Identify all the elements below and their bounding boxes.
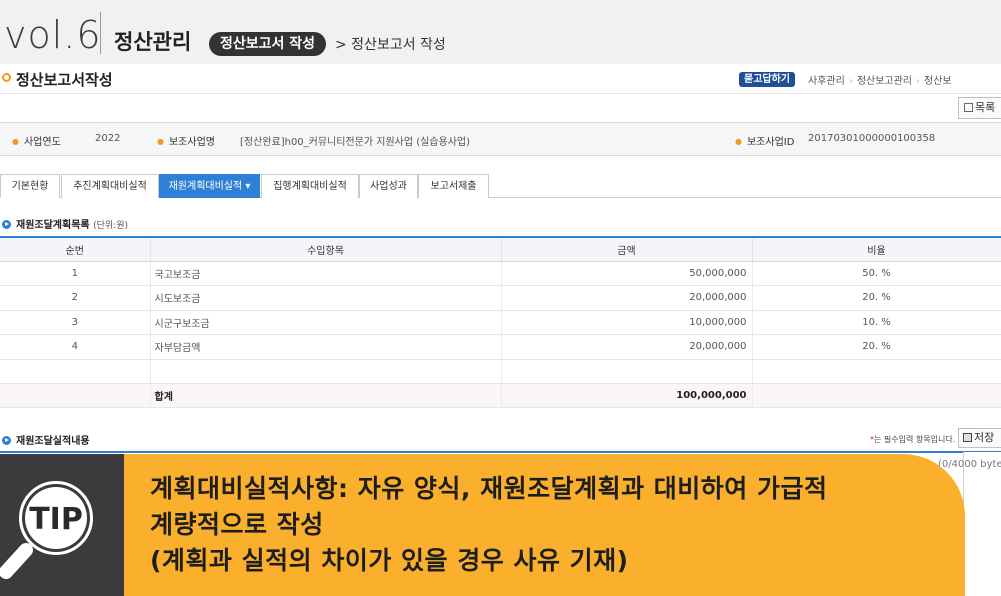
save-button[interactable]: 저장 — [958, 428, 1001, 448]
empty-cell — [501, 359, 753, 384]
total-ratio — [752, 383, 1001, 408]
breadcrumb-separator: › — [916, 76, 921, 87]
breadcrumb: 사후관리 › 정산보고관리 › 정산보 — [808, 72, 952, 87]
tip-magnifier-icon: TIP — [0, 479, 95, 579]
year-field: ● 사업연도 — [12, 133, 61, 148]
project-id-value: 20170301000000100358 — [808, 133, 936, 144]
total-blank — [0, 383, 151, 408]
section-arrow-icon — [2, 220, 11, 229]
section-arrow-icon — [2, 436, 11, 445]
column-header: 순번 — [0, 236, 151, 262]
row-amount: 20,000,000 — [501, 285, 753, 311]
tab-basic-status[interactable]: 기본현황 — [0, 174, 60, 198]
banner-pill: 정산보고서 작성 — [209, 32, 327, 56]
page-title: 정산보고서작성 — [16, 71, 113, 89]
project-id-field: ● 보조사업ID — [735, 133, 794, 148]
list-button[interactable]: 목록 — [958, 97, 1001, 119]
section-divider — [0, 451, 1001, 453]
tip-text: 계획대비실적사항: 자유 양식, 재원조달계획과 대비하여 가급적 계량적으로 … — [150, 471, 940, 579]
required-note-text: 는 필수입력 항목입니다. — [874, 435, 956, 444]
project-info: ● 사업연도 2022 ● 보조사업명 [정산완료]h00_커뮤니티전문가 지원사업… — [0, 122, 1001, 156]
toolbar: 목록 — [0, 95, 1001, 121]
volume-label: vol.6 — [4, 13, 102, 57]
empty-cell — [0, 359, 151, 384]
tip-line: (계획과 실적의 차이가 있을 경우 사유 기재) — [150, 546, 629, 575]
row-amount: 20,000,000 — [501, 334, 753, 360]
column-header: 금액 — [501, 236, 753, 262]
row-number: 3 — [0, 310, 151, 335]
qa-button[interactable]: 묻고답하기 — [739, 72, 795, 87]
required-note: *는 필수입력 항목입니다. — [870, 434, 955, 445]
bullet-icon: ● — [735, 137, 742, 146]
unit-label: (단위:원) — [93, 221, 128, 231]
save-icon — [963, 433, 972, 442]
banner-title: 정산관리 — [114, 30, 192, 54]
page-header: 정산보고서작성 묻고답하기 사후관리 › 정산보고관리 › 정산보 — [0, 64, 1001, 94]
table-row: 1 국고보조금 50,000,000 50. % — [0, 261, 1001, 286]
table-header-row: 순번 수입항목 금액 비율 — [0, 236, 1001, 262]
funding-plan-section-title: 재원조달계획목록 (단위:원) — [2, 216, 128, 231]
project-id-label: 보조사업ID — [746, 137, 795, 148]
tip-badge-panel: TIP — [0, 454, 124, 596]
breadcrumb-item[interactable]: 정산보 — [924, 76, 952, 87]
column-header: 수입항목 — [150, 236, 502, 262]
section-title: 재원조달실적내용 — [16, 436, 90, 447]
title-bullet-icon — [2, 73, 11, 82]
year-value: 2022 — [95, 133, 121, 144]
funding-result-section-title: 재원조달실적내용 — [2, 432, 90, 447]
table-row: 3 시군구보조금 10,000,000 10. % — [0, 310, 1001, 335]
result-textarea[interactable] — [963, 452, 1001, 596]
row-number: 1 — [0, 261, 151, 286]
tutorial-banner: vol.6 정산관리 정산보고서 작성 > 정산보고서 작성 — [0, 0, 1001, 64]
project-field: ● 보조사업명 — [157, 133, 215, 148]
row-number: 4 — [0, 334, 151, 360]
save-button-label: 저장 — [974, 431, 995, 444]
row-amount: 10,000,000 — [501, 310, 753, 335]
row-item: 시군구보조금 — [150, 310, 502, 335]
row-ratio: 50. % — [752, 261, 1001, 286]
row-item: 국고보조금 — [150, 261, 502, 286]
bullet-icon: ● — [12, 137, 19, 146]
banner-divider — [100, 12, 101, 54]
tip-badge-text: TIP — [29, 502, 83, 537]
total-label: 합계 — [150, 383, 502, 408]
project-value: [정산완료]h00_커뮤니티전문가 지원사업 (실습용사업) — [240, 137, 471, 148]
empty-cell — [752, 359, 1001, 384]
tab-performance[interactable]: 사업성과 — [359, 174, 418, 198]
year-label: 사업연도 — [23, 137, 61, 148]
table-row: 2 시도보조금 20,000,000 20. % — [0, 285, 1001, 311]
empty-cell — [150, 359, 502, 384]
tip-line: 계획대비실적사항: 자유 양식, 재원조달계획과 대비하여 가급적 — [150, 474, 828, 503]
breadcrumb-item[interactable]: 사후관리 — [808, 76, 845, 87]
table-total-row: 합계 100,000,000 — [0, 383, 1001, 408]
row-amount: 50,000,000 — [501, 261, 753, 286]
breadcrumb-separator: › — [848, 76, 853, 87]
table-row: 4 자부담금액 20,000,000 20. % — [0, 334, 1001, 360]
row-ratio: 10. % — [752, 310, 1001, 335]
bullet-icon: ● — [157, 137, 164, 146]
tab-funding-plan[interactable]: 재원계획대비실적 ▾ — [159, 174, 260, 198]
byte-counter: (0/4000 byte) — [938, 459, 1001, 470]
row-item: 시도보조금 — [150, 285, 502, 311]
tab-bar: 기본현황 추진계획대비실적 재원계획대비실적 ▾ 집행계획대비실적 사업성과 보… — [0, 174, 1001, 198]
tab-report-submit[interactable]: 보고서제출 — [418, 174, 489, 198]
tip-line: 계량적으로 작성 — [150, 510, 324, 539]
project-label: 보조사업명 — [168, 137, 215, 148]
list-button-label: 목록 — [975, 101, 996, 114]
breadcrumb-item[interactable]: 정산보고관리 — [857, 76, 912, 87]
column-header: 비율 — [752, 236, 1001, 262]
row-number: 2 — [0, 285, 151, 311]
section-title: 재원조달계획목록 — [16, 220, 90, 231]
row-ratio: 20. % — [752, 285, 1001, 311]
list-icon — [964, 103, 973, 112]
row-item: 자부담금액 — [150, 334, 502, 360]
total-amount: 100,000,000 — [501, 383, 753, 408]
tab-execution-plan[interactable]: 집행계획대비실적 — [261, 174, 359, 198]
funding-plan-table: 순번 수입항목 금액 비율 1 국고보조금 50,000,000 50. % 2… — [0, 236, 1001, 408]
tab-progress-plan[interactable]: 추진계획대비실적 — [61, 174, 159, 198]
banner-breadcrumb: > 정산보고서 작성 — [335, 37, 446, 53]
table-row-empty — [0, 359, 1001, 384]
row-ratio: 20. % — [752, 334, 1001, 360]
